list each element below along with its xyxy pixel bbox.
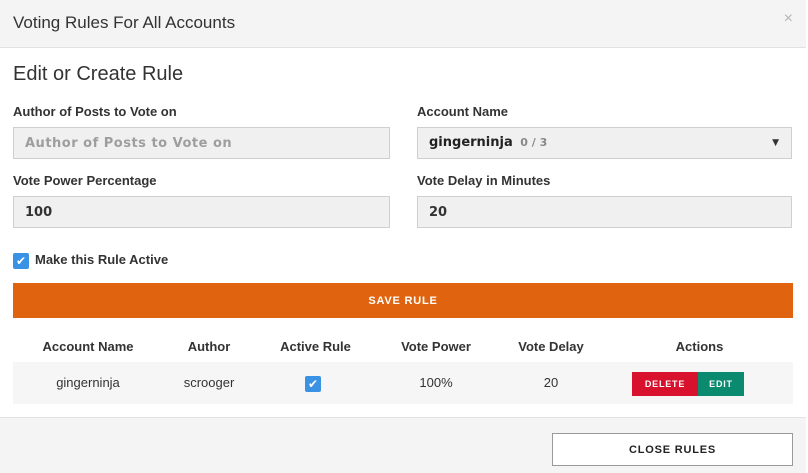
edit-rule-button[interactable]: EDIT [698, 372, 744, 396]
modal-footer: CLOSE RULES [0, 417, 806, 473]
form-title: Edit or Create Rule [13, 63, 184, 85]
vote-power-label: Vote Power Percentage [13, 173, 157, 188]
row-account: gingerninja [56, 375, 120, 390]
header-vote-power: Vote Power [401, 339, 471, 354]
header-active-rule: Active Rule [280, 339, 351, 354]
author-label: Author of Posts to Vote on [13, 104, 177, 119]
header-vote-delay: Vote Delay [518, 339, 584, 354]
modal-title: Voting Rules For All Accounts [13, 13, 236, 32]
checkmark-icon: ✔ [307, 377, 319, 391]
caret-down-icon: ▼ [772, 138, 779, 148]
header-author: Author [187, 339, 231, 354]
table-header: Account Name Author Active Rule Vote Pow… [13, 334, 793, 363]
vote-delay-input[interactable] [417, 196, 792, 228]
close-icon[interactable]: × [784, 10, 793, 28]
row-author: scrooger [183, 375, 235, 390]
row-active-checkbox[interactable]: ✔ [305, 376, 321, 392]
account-count: 0 / 3 [520, 136, 548, 149]
author-input[interactable] [13, 127, 390, 159]
modal-header: Voting Rules For All Accounts × [0, 0, 806, 48]
active-checkbox[interactable]: ✔ [13, 253, 29, 269]
account-label: Account Name [417, 104, 509, 119]
account-select-value: gingerninja [429, 135, 513, 150]
row-vote-power: 100% [419, 375, 453, 390]
active-checkbox-label: Make this Rule Active [35, 252, 169, 267]
header-actions: Actions [675, 339, 724, 354]
row-vote-delay: 20 [543, 375, 559, 390]
close-rules-button[interactable]: CLOSE RULES [552, 433, 793, 466]
vote-power-input[interactable] [13, 196, 390, 228]
save-rule-button[interactable]: SAVE RULE [13, 283, 793, 318]
checkmark-icon: ✔ [15, 254, 27, 268]
account-select[interactable]: gingerninja 0 / 3 ▼ [417, 127, 792, 159]
vote-delay-label: Vote Delay in Minutes [417, 173, 551, 188]
delete-rule-button[interactable]: DELETE [632, 372, 698, 396]
header-account-name: Account Name [42, 339, 134, 354]
